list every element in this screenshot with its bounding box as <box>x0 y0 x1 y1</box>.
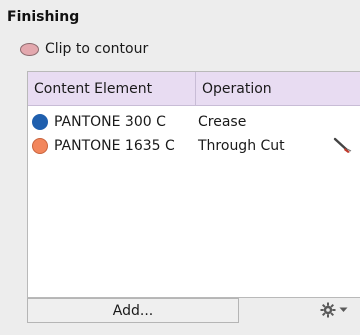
settings-menu-button[interactable] <box>320 302 348 318</box>
panel-title: Finishing <box>7 9 80 25</box>
clip-swatch-icon <box>20 42 39 56</box>
clip-to-contour-option[interactable]: Clip to contour <box>20 37 148 61</box>
column-header-content-element[interactable]: Content Element <box>28 72 196 105</box>
finishing-panel: Finishing Clip to contour Content Elemen… <box>0 0 360 335</box>
clip-to-contour-label: Clip to contour <box>45 41 149 57</box>
color-swatch-icon <box>32 114 48 130</box>
knife-icon[interactable] <box>333 137 353 155</box>
table-header: Content Element Operation <box>28 72 360 106</box>
finishing-table: Content Element Operation PANTONE 300 C … <box>27 71 360 298</box>
content-element-name: PANTONE 300 C <box>54 114 166 130</box>
chevron-down-icon <box>339 307 348 312</box>
operation-value[interactable]: Crease <box>196 114 360 130</box>
color-swatch-icon <box>32 138 48 154</box>
column-header-operation[interactable]: Operation <box>196 72 360 105</box>
content-element-name: PANTONE 1635 C <box>54 138 175 154</box>
table-row[interactable]: PANTONE 1635 C Through Cut <box>28 134 360 158</box>
gear-icon <box>320 302 336 318</box>
add-button[interactable]: Add... <box>27 298 239 323</box>
table-row[interactable]: PANTONE 300 C Crease <box>28 110 360 134</box>
